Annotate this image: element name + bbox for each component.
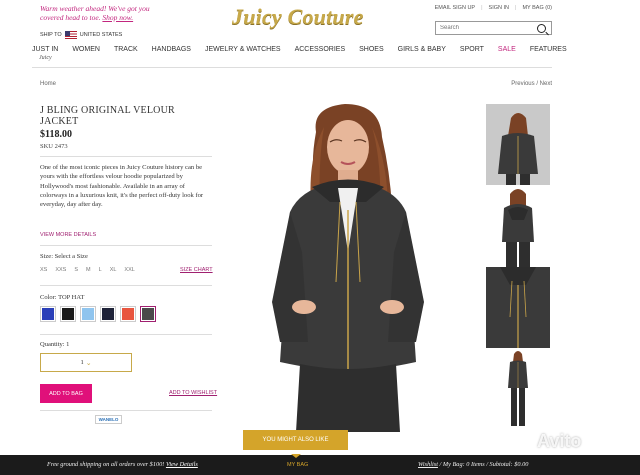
nav-shoes[interactable]: SHOES [359, 46, 384, 53]
sign-in-link[interactable]: SIGN IN [489, 5, 509, 11]
thumbnail-image [486, 267, 550, 348]
size-label: Size: Select a Size [40, 253, 88, 260]
divider [40, 410, 212, 411]
size-xs[interactable]: XS [40, 267, 47, 273]
bag-summary: Wishlist / My Bag: 0 Items / Subtotal: $… [418, 461, 528, 468]
quantity-select[interactable]: 1 ⌄ [40, 353, 132, 372]
search-input[interactable] [436, 22, 536, 34]
color-swatch[interactable] [80, 306, 96, 322]
my-bag-link[interactable]: MY BAG (0) [522, 5, 552, 11]
product-main-image[interactable] [220, 102, 480, 432]
separator: | [515, 5, 517, 11]
logo[interactable]: Juicy Couture [232, 4, 364, 30]
size-xxl[interactable]: XXL [124, 267, 134, 273]
ship-to[interactable]: SHIP TO UNITED STATES [40, 31, 122, 39]
size-xl[interactable]: XL [110, 267, 117, 273]
nav-jewelry-watches[interactable]: JEWELRY & WATCHES [205, 46, 281, 53]
thumbnail-full[interactable] [486, 348, 550, 429]
color-swatch[interactable] [140, 306, 156, 322]
size-options: XS XXS S M L XL XXL [40, 267, 143, 273]
chevron-down-icon: ⌄ [85, 358, 92, 367]
main-nav: JUST IN WOMEN TRACK HANDBAGS JEWELRY & W… [32, 46, 581, 53]
my-bag-tab[interactable]: MY BAG [287, 462, 308, 468]
utility-links: EMAIL SIGN UP | SIGN IN | MY BAG (0) [435, 5, 552, 11]
nav-just-in[interactable]: JUST IN [32, 46, 58, 53]
search-icon[interactable] [537, 24, 546, 33]
swatch-fill [82, 308, 94, 320]
header-divider [32, 67, 552, 68]
view-more-details-link[interactable]: VIEW MORE DETAILS [40, 232, 96, 238]
swatch-fill [142, 308, 154, 320]
wanelo-button[interactable]: WANELO [95, 415, 122, 424]
divider [40, 334, 212, 335]
caret-icon [291, 454, 301, 458]
product-sku: SKU 2473 [40, 143, 68, 150]
shop-now-link[interactable]: Shop now. [102, 13, 133, 22]
nav-sale[interactable]: SALE [498, 46, 516, 53]
thumbnail-back[interactable] [486, 186, 550, 267]
nav-women[interactable]: WOMEN [72, 46, 100, 53]
wishlist-link[interactable]: Wishlist [418, 461, 438, 468]
ship-country: UNITED STATES [79, 32, 123, 38]
add-to-wishlist-link[interactable]: ADD TO WISHLIST [169, 390, 217, 396]
product-title: J BLING ORIGINAL VELOUR JACKET [40, 105, 175, 127]
nav-sport[interactable]: SPORT [460, 46, 484, 53]
shipping-promo: Free ground shipping on all orders over … [47, 461, 198, 468]
product-price: $118.00 [40, 129, 72, 140]
swatch-fill [42, 308, 54, 320]
divider [40, 245, 212, 246]
color-swatch[interactable] [100, 306, 116, 322]
previous-link[interactable]: Previous [511, 81, 534, 87]
footer-bar: Free ground shipping on all orders over … [0, 454, 640, 475]
thumbnail-front[interactable] [486, 104, 550, 185]
color-swatch[interactable] [60, 306, 76, 322]
next-link[interactable]: Next [540, 81, 552, 87]
color-swatches [40, 306, 156, 322]
thumbnail-image [502, 189, 534, 267]
ship-to-label: SHIP TO [40, 32, 62, 38]
thumbnail-image [486, 104, 550, 185]
nav-handbags[interactable]: HANDBAGS [152, 46, 191, 53]
color-swatch[interactable] [120, 306, 136, 322]
promo-text: Warm weather ahead! We've got you covere… [40, 4, 150, 22]
nav-accessories[interactable]: ACCESSORIES [295, 46, 346, 53]
breadcrumb[interactable]: Home [40, 81, 56, 87]
size-m[interactable]: M [86, 267, 91, 273]
divider [40, 156, 212, 157]
breadcrumb-home[interactable]: Home [40, 81, 56, 87]
shipping-text: Free ground shipping on all orders over … [47, 461, 165, 468]
product-description: One of the most iconic pieces in Juicy C… [40, 164, 204, 209]
swatch-fill [62, 308, 74, 320]
promo-banner: Warm weather ahead! We've got you covere… [40, 4, 170, 22]
nav-features[interactable]: FEATURES [530, 46, 567, 53]
swatch-fill [122, 308, 134, 320]
divider [40, 285, 212, 286]
swatch-fill [102, 308, 114, 320]
us-flag-icon [64, 31, 77, 39]
size-s[interactable]: S [74, 267, 78, 273]
email-signup-link[interactable]: EMAIL SIGN UP [435, 5, 475, 11]
thumbnail-image [508, 351, 528, 426]
size-xxs[interactable]: XXS [55, 267, 66, 273]
color-label: Color: TOP HAT [40, 294, 85, 301]
avito-watermark: Avito [537, 431, 582, 451]
thumbnail-detail[interactable] [486, 267, 550, 348]
search-box [435, 21, 552, 35]
quantity-label: Quantity: 1 [40, 341, 70, 348]
bag-summary-text: / My Bag: 0 Items / Subtotal: $0.00 [437, 461, 529, 468]
view-details-link[interactable]: View Details [166, 461, 198, 468]
you-might-also-like-tab[interactable]: YOU MIGHT ALSO LIKE [243, 430, 348, 450]
pager-separator: / [536, 81, 538, 87]
product-pager: Previous / Next [511, 81, 552, 87]
size-l[interactable]: L [99, 267, 102, 273]
nav-script-logo: Juicy [39, 55, 52, 61]
separator: | [481, 5, 483, 11]
quantity-value: 1 [80, 359, 84, 366]
nav-girls-baby[interactable]: GIRLS & BABY [398, 46, 446, 53]
color-swatch[interactable] [40, 306, 56, 322]
nav-track[interactable]: TRACK [114, 46, 138, 53]
size-chart-link[interactable]: SIZE CHART [180, 267, 213, 273]
add-to-bag-button[interactable]: ADD TO BAG [40, 384, 92, 403]
